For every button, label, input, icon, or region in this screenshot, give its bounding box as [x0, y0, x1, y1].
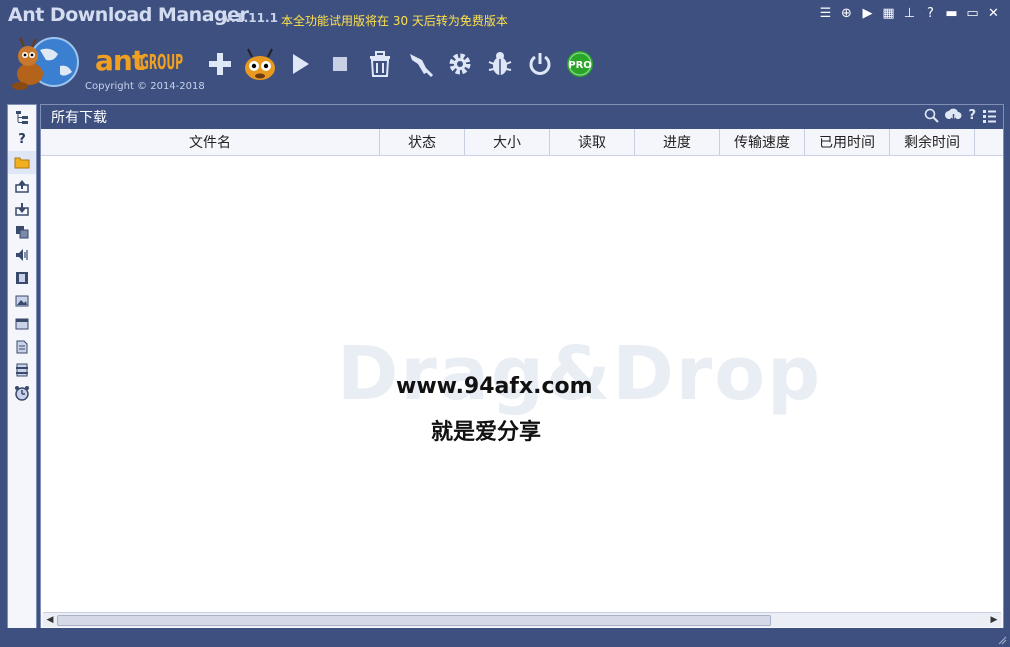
copy-icon — [16, 225, 29, 238]
play-circle-icon[interactable]: ▶ — [857, 5, 878, 23]
resize-grip-icon[interactable] — [997, 635, 1007, 645]
column-header[interactable]: 状态 — [380, 129, 465, 155]
brand-group: GROUP — [140, 50, 184, 74]
column-header[interactable]: 传输速度 — [720, 129, 805, 155]
minimize-icon[interactable]: ▬ — [941, 5, 962, 23]
panel-title: 所有下载 — [51, 110, 107, 126]
overlay-subtitle: 就是爱分享 — [431, 420, 542, 445]
horizontal-scrollbar[interactable]: ◀ ▶ — [43, 612, 1001, 627]
alarm-clock-icon — [15, 385, 29, 401]
panel-header: 所有下载 ? — [41, 105, 1003, 129]
rocket-icon — [410, 54, 434, 78]
delete-button[interactable] — [360, 44, 400, 84]
sidebar-item-document[interactable] — [8, 335, 36, 358]
film-icon — [16, 271, 28, 284]
copyright: Copyright © 2014-2018 — [85, 81, 205, 92]
window-icon — [15, 318, 29, 329]
ant-face-icon — [245, 48, 275, 80]
rocket-button[interactable] — [400, 44, 440, 84]
sidebar-item-unknown[interactable]: ? — [8, 128, 36, 151]
gear-icon — [449, 53, 471, 75]
category-sidebar: ? — [7, 104, 37, 629]
plus-icon — [209, 53, 231, 75]
power-icon — [529, 53, 551, 75]
sidebar-item-scheduler[interactable] — [8, 381, 36, 404]
document-icon — [16, 340, 28, 353]
window-controls: ☰ ⊕ ▶ ▦ ⊥ ? ▬ ▭ ✕ — [815, 5, 1004, 23]
pro-label: PRO — [568, 60, 592, 71]
column-header[interactable]: 文件名 — [41, 129, 380, 155]
sidebar-item-copy[interactable] — [8, 220, 36, 243]
main-toolbar: PRO — [200, 44, 600, 84]
sidebar-item-video[interactable] — [8, 266, 36, 289]
ant-catcher-button[interactable] — [240, 44, 280, 84]
help-icon[interactable]: ? — [920, 5, 941, 23]
column-header[interactable]: 进度 — [635, 129, 720, 155]
sidebar-item-upload[interactable] — [8, 174, 36, 197]
sidebar-item-download[interactable] — [8, 197, 36, 220]
download-list[interactable]: Drag&Drop www.94afx.com 就是爱分享 — [41, 156, 1003, 613]
sidebar-item-audio[interactable] — [8, 243, 36, 266]
download-icon — [15, 202, 29, 216]
grid-icon[interactable]: ▦ — [878, 5, 899, 23]
status-bar — [0, 628, 1010, 647]
trash-icon — [370, 51, 390, 77]
maximize-icon[interactable]: ▭ — [962, 5, 983, 23]
downloads-panel: 所有下载 ? 文件名 状态 大小 读取 进度 传输速度 已用时间 剩余时间 Dr… — [40, 104, 1004, 629]
cloud-download-icon[interactable] — [945, 108, 962, 123]
app-title: Ant Download Manager — [8, 4, 249, 26]
list-icon[interactable] — [982, 109, 997, 123]
overlay-url: www.94afx.com — [396, 374, 593, 399]
column-header[interactable]: 大小 — [465, 129, 550, 155]
trial-notice: 本全功能试用版将在 30 天后转为免费版本 — [281, 14, 508, 28]
scroll-right-icon[interactable]: ▶ — [987, 615, 1001, 625]
scroll-left-icon[interactable]: ◀ — [43, 615, 57, 625]
globe-icon[interactable]: ⊕ — [836, 5, 857, 23]
app-version: v.1.11.1 — [224, 11, 278, 25]
search-icon[interactable] — [924, 108, 940, 123]
stop-button[interactable] — [320, 44, 360, 84]
settings-button[interactable] — [440, 44, 480, 84]
pro-button[interactable]: PRO — [560, 44, 600, 84]
sidebar-item-image[interactable] — [8, 289, 36, 312]
ant-logo-icon — [10, 36, 82, 94]
add-download-button[interactable] — [200, 44, 240, 84]
speaker-icon — [16, 248, 28, 261]
sidebar-item-program[interactable] — [8, 312, 36, 335]
start-button[interactable] — [280, 44, 320, 84]
panel-tools: ? — [924, 108, 997, 123]
stop-icon — [333, 57, 347, 71]
column-header[interactable]: 已用时间 — [805, 129, 890, 155]
column-header-row: 文件名 状态 大小 读取 进度 传输速度 已用时间 剩余时间 — [41, 129, 1003, 156]
brand-ant: ant — [95, 44, 145, 77]
title-bar: Ant Download Manager v.1.11.1 本全功能试用版将在 … — [0, 0, 1010, 32]
sidebar-item-tree[interactable] — [8, 105, 36, 128]
picture-icon — [15, 295, 29, 306]
power-button[interactable] — [520, 44, 560, 84]
sidebar-item-folder[interactable] — [8, 151, 36, 174]
column-header[interactable]: 剩余时间 — [890, 129, 975, 155]
bug-icon — [488, 52, 512, 75]
upload-icon — [15, 179, 29, 193]
folder-icon — [14, 157, 30, 169]
pin-icon[interactable]: ⊥ — [899, 5, 920, 23]
tree-icon — [16, 110, 28, 124]
close-icon[interactable]: ✕ — [983, 5, 1004, 23]
play-icon — [293, 54, 309, 74]
menu-icon[interactable]: ☰ — [815, 5, 836, 23]
column-header[interactable]: 读取 — [550, 129, 635, 155]
archive-icon — [16, 363, 28, 376]
sidebar-item-archive[interactable] — [8, 358, 36, 381]
help-icon[interactable]: ? — [968, 108, 976, 123]
bug-report-button[interactable] — [480, 44, 520, 84]
question-icon: ? — [18, 132, 26, 147]
column-header-spacer — [975, 129, 1001, 155]
pro-icon: PRO — [567, 51, 593, 77]
scroll-thumb[interactable] — [57, 614, 771, 626]
